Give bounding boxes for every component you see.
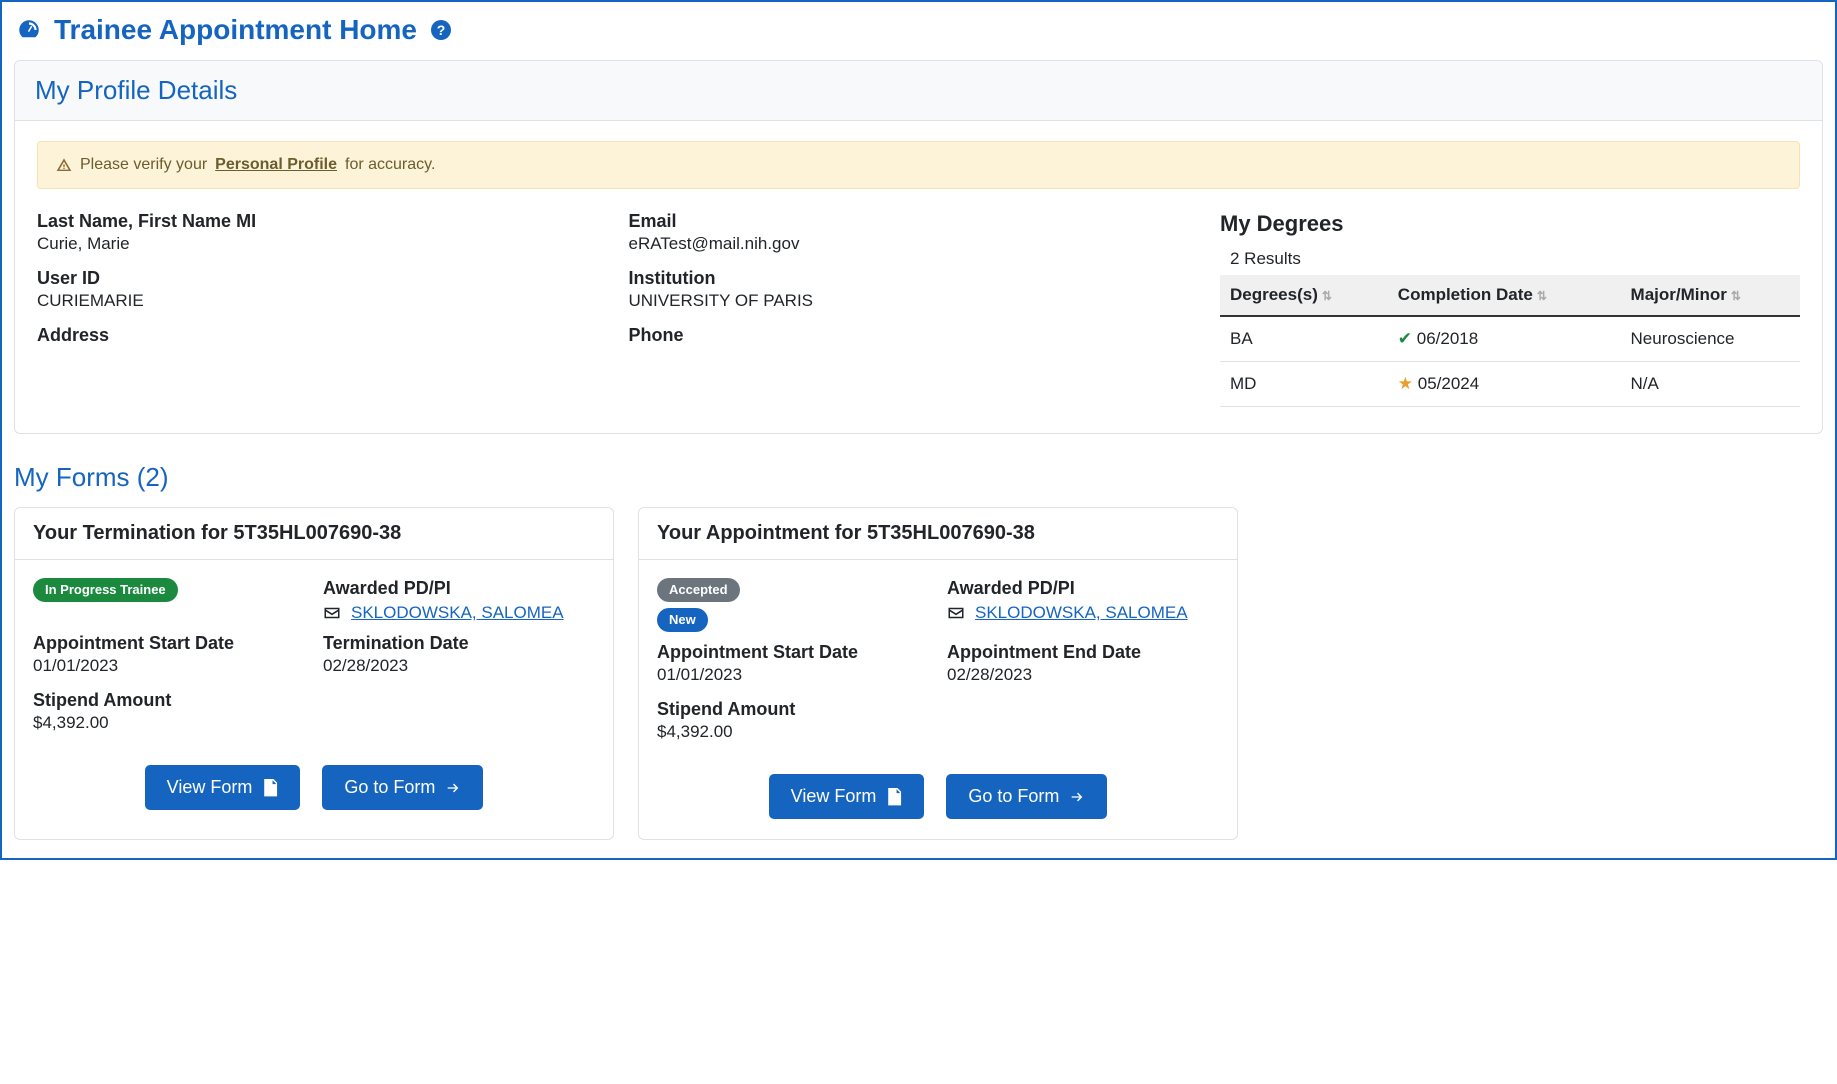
email-value: eRATest@mail.nih.gov [629,234,1181,254]
address-label: Address [37,325,589,346]
pdpi-label: Awarded PD/PI [947,578,1219,599]
field-value: 02/28/2023 [323,656,595,676]
field-value: $4,392.00 [657,722,929,742]
table-row: MD★ 05/2024N/A [1220,362,1800,407]
profile-card-title: My Profile Details [15,61,1822,121]
form-card-title: Your Appointment for 5T35HL007690-38 [639,508,1237,560]
sort-icon: ⇅ [1537,289,1547,303]
star-icon: ★ [1398,374,1413,393]
go-to-form-button[interactable]: Go to Form [322,765,483,810]
table-row: BA✔ 06/2018Neuroscience [1220,316,1800,362]
view-form-button[interactable]: View Form [145,765,301,810]
degrees-table: Degrees(s) ⇅ Completion Date ⇅ Major/Minor… [1220,275,1800,407]
institution-value: UNIVERSITY OF PARIS [629,291,1181,311]
check-icon: ✔ [1398,329,1412,348]
sort-icon: ⇅ [1731,289,1741,303]
field-label: Appointment Start Date [33,633,305,654]
col-degree-label: Degrees(s) [1230,285,1318,304]
field-label: Stipend Amount [33,690,305,711]
col-major[interactable]: Major/Minor ⇅ [1621,275,1800,316]
alert-suffix: for accuracy. [345,156,435,174]
userid-label: User ID [37,268,589,289]
field-label: Termination Date [323,633,595,654]
dashboard-icon [16,17,42,43]
page-title-text: Trainee Appointment Home [54,14,417,46]
field-value: $4,392.00 [33,713,305,733]
svg-text:?: ? [437,22,446,38]
status-badge: New [657,608,708,632]
go-to-form-button[interactable]: Go to Form [946,774,1107,819]
form-card: Your Appointment for 5T35HL007690-38 Acce… [638,507,1238,840]
personal-profile-link[interactable]: Personal Profile [215,156,337,174]
field-label: Appointment Start Date [657,642,929,663]
completion-cell: ✔ 06/2018 [1388,316,1621,362]
major-cell: N/A [1621,362,1800,407]
verify-profile-alert: Please verify your Personal Profile for … [37,141,1800,189]
sort-icon: ⇅ [1322,289,1332,303]
col-completion-label: Completion Date [1398,285,1533,304]
degrees-results-count: 2 Results [1220,243,1800,275]
completion-cell: ★ 05/2024 [1388,362,1621,407]
phone-label: Phone [629,325,1181,346]
degree-cell: BA [1220,316,1388,362]
alert-prefix: Please verify your [80,156,207,174]
col-completion[interactable]: Completion Date ⇅ [1388,275,1621,316]
envelope-icon [323,606,341,620]
help-icon[interactable]: ? [429,18,453,42]
forms-section-title: My Forms (2) [14,462,1823,493]
form-card-title: Your Termination for 5T35HL007690-38 [15,508,613,560]
warning-icon [56,157,72,173]
view-form-button[interactable]: View Form [769,774,925,819]
form-card: Your Termination for 5T35HL007690-38 In P… [14,507,614,840]
pdpi-link[interactable]: SKLODOWSKA, SALOMEA [351,603,564,623]
field-value: 01/01/2023 [33,656,305,676]
envelope-icon [947,606,965,620]
institution-label: Institution [629,268,1181,289]
status-badge: Accepted [657,578,740,602]
col-degree[interactable]: Degrees(s) ⇅ [1220,275,1388,316]
field-value: 01/01/2023 [657,665,929,685]
page-title: Trainee Appointment Home ? [14,14,1823,46]
field-label: Stipend Amount [657,699,929,720]
degree-cell: MD [1220,362,1388,407]
major-cell: Neuroscience [1621,316,1800,362]
field-label: Appointment End Date [947,642,1219,663]
field-value: 02/28/2023 [947,665,1219,685]
profile-card: My Profile Details Please verify your Pe… [14,60,1823,434]
name-label: Last Name, First Name MI [37,211,589,232]
email-label: Email [629,211,1181,232]
pdpi-label: Awarded PD/PI [323,578,595,599]
col-major-label: Major/Minor [1631,285,1727,304]
name-value: Curie, Marie [37,234,589,254]
userid-value: CURIEMARIE [37,291,589,311]
pdpi-link[interactable]: SKLODOWSKA, SALOMEA [975,603,1188,623]
degrees-title: My Degrees [1220,211,1800,237]
status-badge: In Progress Trainee [33,578,178,602]
